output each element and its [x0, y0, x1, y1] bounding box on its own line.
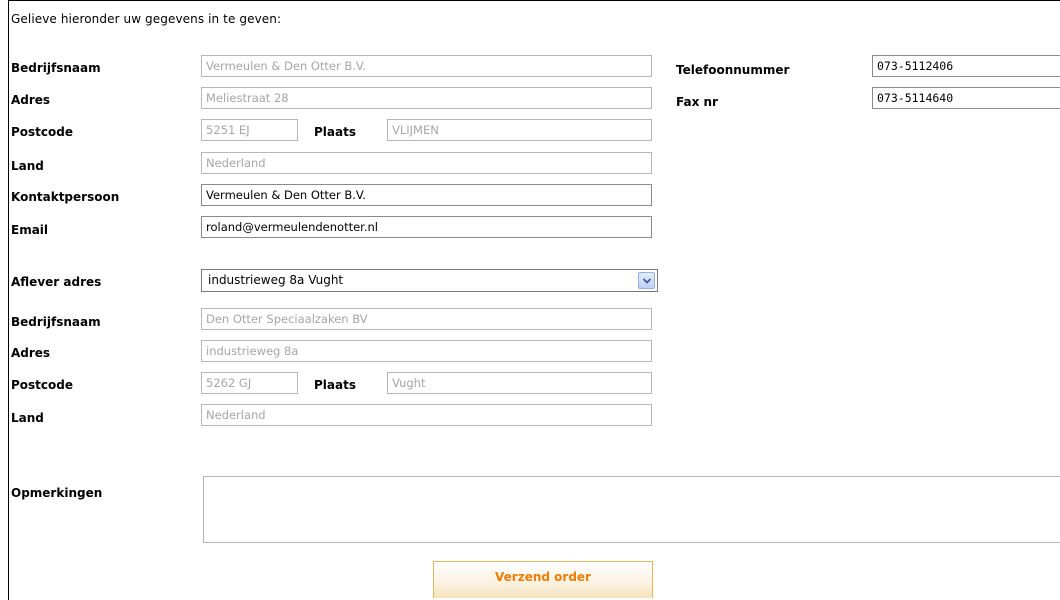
- postcode-field[interactable]: 5251 EJ: [201, 119, 298, 141]
- aflever-bedrijfsnaam-label: Bedrijfsnaam: [11, 315, 101, 329]
- aflever-adres-label-2: Adres: [11, 346, 51, 360]
- plaats-field[interactable]: VLIJMEN: [387, 119, 652, 141]
- aflever-postcode-label: Postcode: [11, 378, 74, 392]
- aflever-adres-label: Aflever adres: [11, 275, 102, 289]
- postcode-label: Postcode: [11, 125, 74, 139]
- bedrijfsnaam-field[interactable]: Vermeulen & Den Otter B.V.: [201, 55, 652, 77]
- aflever-adres-field[interactable]: industrieweg 8a: [201, 340, 652, 362]
- land-field[interactable]: Nederland: [201, 152, 652, 174]
- bedrijfsnaam-label: Bedrijfsnaam: [11, 61, 101, 75]
- email-field[interactable]: roland@vermeulendenotter.nl: [201, 216, 652, 238]
- aflever-bedrijfsnaam-field[interactable]: Den Otter Speciaalzaken BV: [201, 308, 652, 330]
- verzend-order-button[interactable]: Verzend order: [433, 561, 653, 598]
- chevron-down-icon[interactable]: [638, 272, 655, 289]
- aflever-adres-select[interactable]: industrieweg 8a Vught: [201, 269, 658, 292]
- fax-field[interactable]: 073-5114640: [872, 87, 1060, 109]
- email-label: Email: [11, 223, 49, 237]
- frame-border-top: [8, 0, 1060, 1]
- opmerkingen-textarea[interactable]: [203, 476, 1060, 543]
- aflever-plaats-label: Plaats: [314, 378, 356, 392]
- aflever-adres-selected: industrieweg 8a Vught: [208, 273, 344, 287]
- aflever-postcode-field[interactable]: 5262 GJ: [201, 372, 298, 394]
- frame-border-left: [8, 0, 9, 600]
- kontaktpersoon-label: Kontaktpersoon: [11, 190, 120, 204]
- adres-field[interactable]: Meliestraat 28: [201, 87, 652, 109]
- opmerkingen-label: Opmerkingen: [11, 486, 103, 500]
- telefoon-field[interactable]: 073-5112406: [872, 55, 1060, 77]
- telefoon-label: Telefoonnummer: [676, 63, 790, 77]
- plaats-label: Plaats: [314, 125, 356, 139]
- land-label: Land: [11, 159, 44, 173]
- kontaktpersoon-field[interactable]: Vermeulen & Den Otter B.V.: [201, 184, 652, 206]
- form-intro: Gelieve hieronder uw gegevens in te geve…: [11, 12, 282, 26]
- aflever-land-field[interactable]: Nederland: [201, 404, 652, 426]
- adres-label: Adres: [11, 93, 51, 107]
- aflever-plaats-field[interactable]: Vught: [387, 372, 652, 394]
- fax-label: Fax nr: [676, 95, 718, 109]
- aflever-land-label: Land: [11, 411, 44, 425]
